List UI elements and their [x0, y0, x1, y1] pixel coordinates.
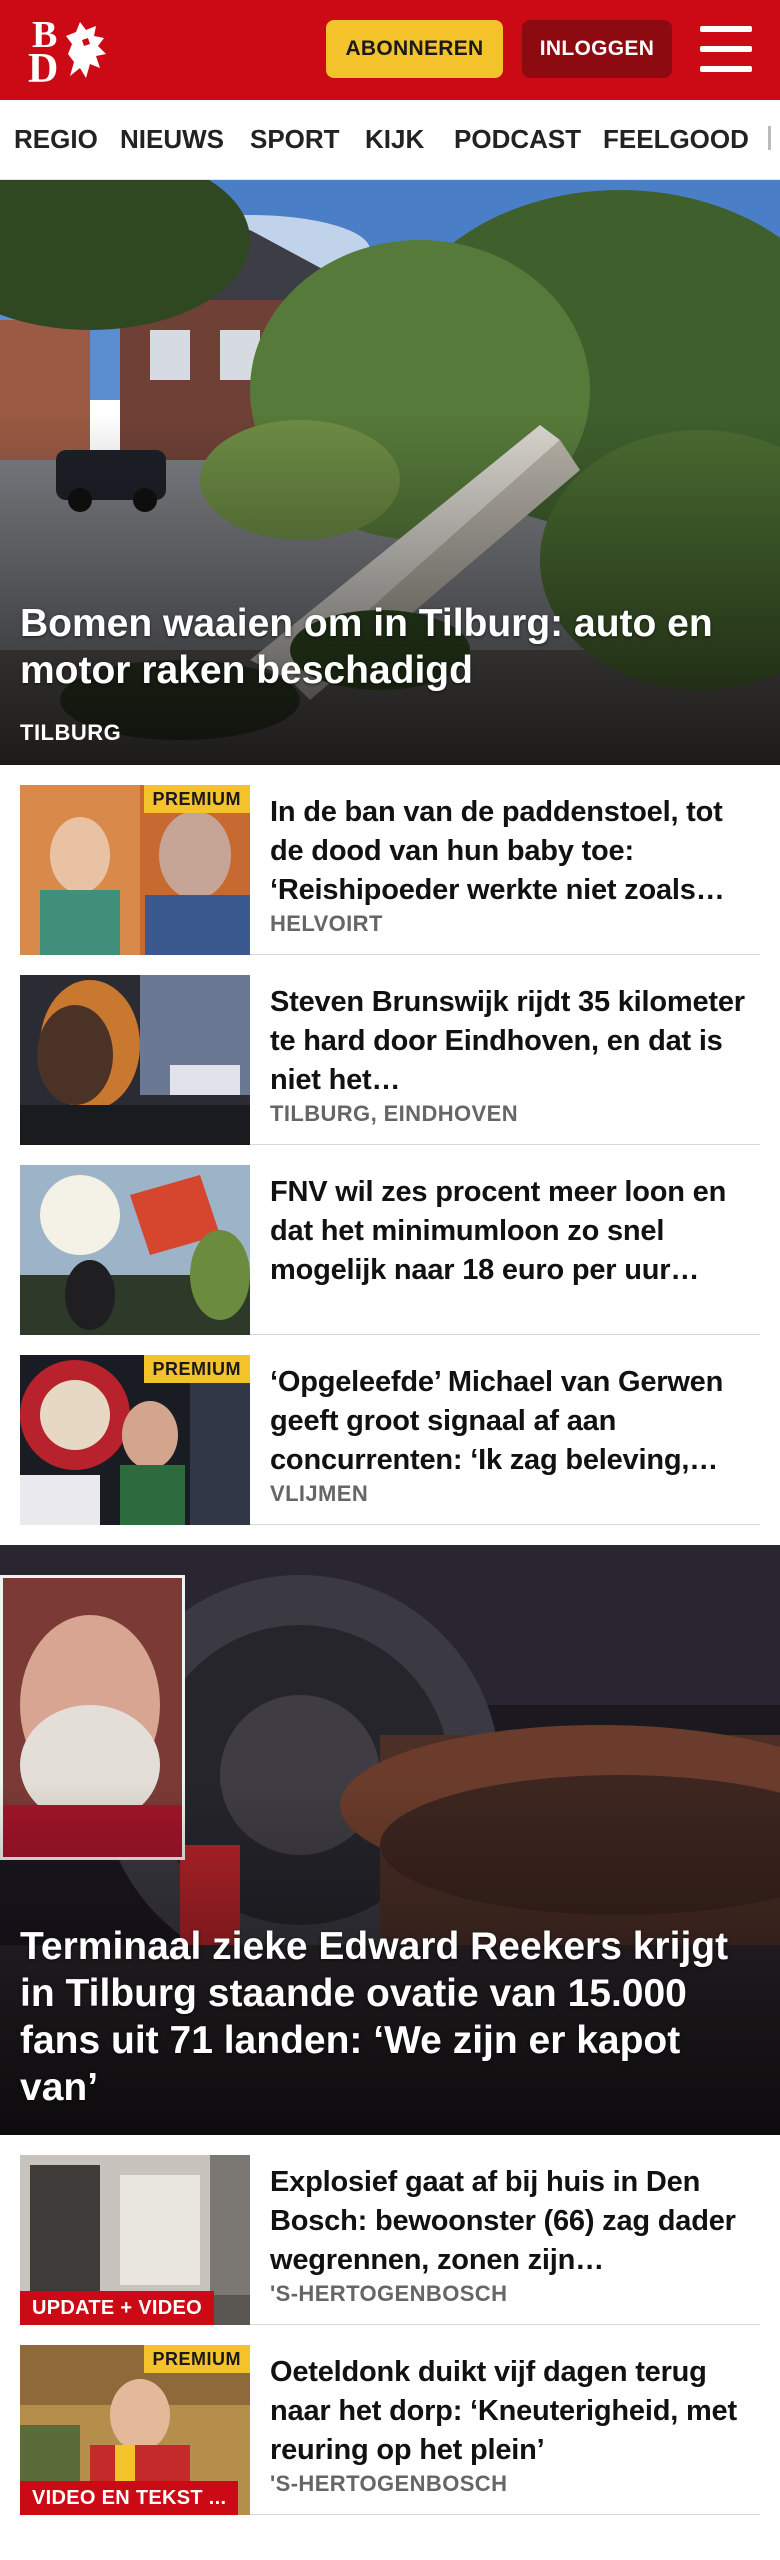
article-title[interactable]: Steven Brunswijk rijdt 35 kilometer te h…	[270, 983, 760, 1100]
nav-item-regio[interactable]: REGIO	[14, 124, 98, 155]
list-item[interactable]: Steven Brunswijk rijdt 35 kilometer te h…	[20, 955, 760, 1145]
logo-letter-d: D	[28, 46, 59, 92]
list-item[interactable]: FNV wil zes procent meer loon en dat het…	[20, 1145, 760, 1335]
article-location: VLIJMEN	[270, 1481, 369, 1506]
article-title[interactable]: In de ban van de paddenstoel, tot de doo…	[270, 793, 760, 910]
article-thumbnail: UPDATE + VIDEO	[20, 2155, 250, 2325]
lion-emblem-icon	[66, 22, 106, 78]
nav-item-podcast[interactable]: PODCAST	[454, 124, 581, 155]
hero-article-reekers[interactable]: Terminaal zieke Edward Reekers krijgt in…	[0, 1545, 780, 2135]
article-location: 'S-HERTOGENBOSCH	[270, 2281, 508, 2306]
video-label: VIDEO EN TEKST ...	[20, 2481, 239, 2515]
nav-item-nieuws[interactable]: NIEUWS	[120, 124, 224, 155]
article-thumbnail	[20, 975, 250, 1145]
list-item[interactable]: PREMIUM In de ban van de paddenstoel, to…	[20, 765, 760, 955]
article-thumbnail: PREMIUM	[20, 785, 250, 955]
list-item[interactable]: UPDATE + VIDEO Explosief gaat af bij hui…	[20, 2135, 760, 2325]
article-thumbnail: PREMIUM VIDEO EN TEKST ...	[20, 2345, 250, 2515]
article-title[interactable]: ‘Opgeleefde’ Michael van Gerwen geeft gr…	[270, 1363, 760, 1480]
site-header: B D ABONNEREN INLOGGEN	[0, 0, 780, 100]
article-thumbnail	[20, 1165, 250, 1335]
list-item[interactable]: PREMIUM VIDEO EN TEKST ... Oeteldonk dui…	[20, 2325, 760, 2515]
list-item[interactable]: PREMIUM ‘Opgeleefde’ Michael van Gerwen …	[20, 1335, 760, 1525]
nav-overflow-indicator	[768, 126, 771, 150]
hero-location: TILBURG	[20, 720, 122, 745]
hero-article-storm[interactable]: Bomen waaien om in Tilburg: auto en moto…	[0, 180, 780, 765]
article-title[interactable]: Explosief gaat af bij huis in Den Bosch:…	[270, 2163, 760, 2280]
premium-badge: PREMIUM	[143, 785, 250, 813]
section-nav: REGIO NIEUWS SPORT KIJK PODCAST FEELGOOD	[0, 100, 780, 180]
hero-headline[interactable]: Terminaal zieke Edward Reekers krijgt in…	[20, 1923, 740, 2111]
bd-logo[interactable]: B D	[26, 16, 116, 90]
subscribe-button[interactable]: ABONNEREN	[326, 20, 503, 78]
article-title[interactable]: FNV wil zes procent meer loon en dat het…	[270, 1173, 760, 1290]
nav-item-feelgood[interactable]: FEELGOOD	[603, 124, 749, 155]
hamburger-menu-icon[interactable]	[700, 26, 752, 72]
article-location: 'S-HERTOGENBOSCH	[270, 2471, 508, 2496]
login-button[interactable]: INLOGGEN	[522, 20, 672, 78]
video-label: UPDATE + VIDEO	[20, 2291, 214, 2325]
hero-gradient-overlay	[0, 414, 780, 765]
article-thumbnail: PREMIUM	[20, 1355, 250, 1525]
article-location: HELVOIRT	[270, 911, 383, 936]
nav-item-kijk[interactable]: KIJK	[365, 124, 424, 155]
premium-badge: PREMIUM	[143, 2345, 250, 2373]
premium-badge: PREMIUM	[143, 1355, 250, 1383]
article-location: TILBURG, EINDHOVEN	[270, 1101, 518, 1126]
hero-headline[interactable]: Bomen waaien om in Tilburg: auto en moto…	[20, 600, 740, 694]
nav-item-sport[interactable]: SPORT	[250, 124, 340, 155]
article-title[interactable]: Oeteldonk duikt vijf dagen terug naar he…	[270, 2353, 760, 2470]
